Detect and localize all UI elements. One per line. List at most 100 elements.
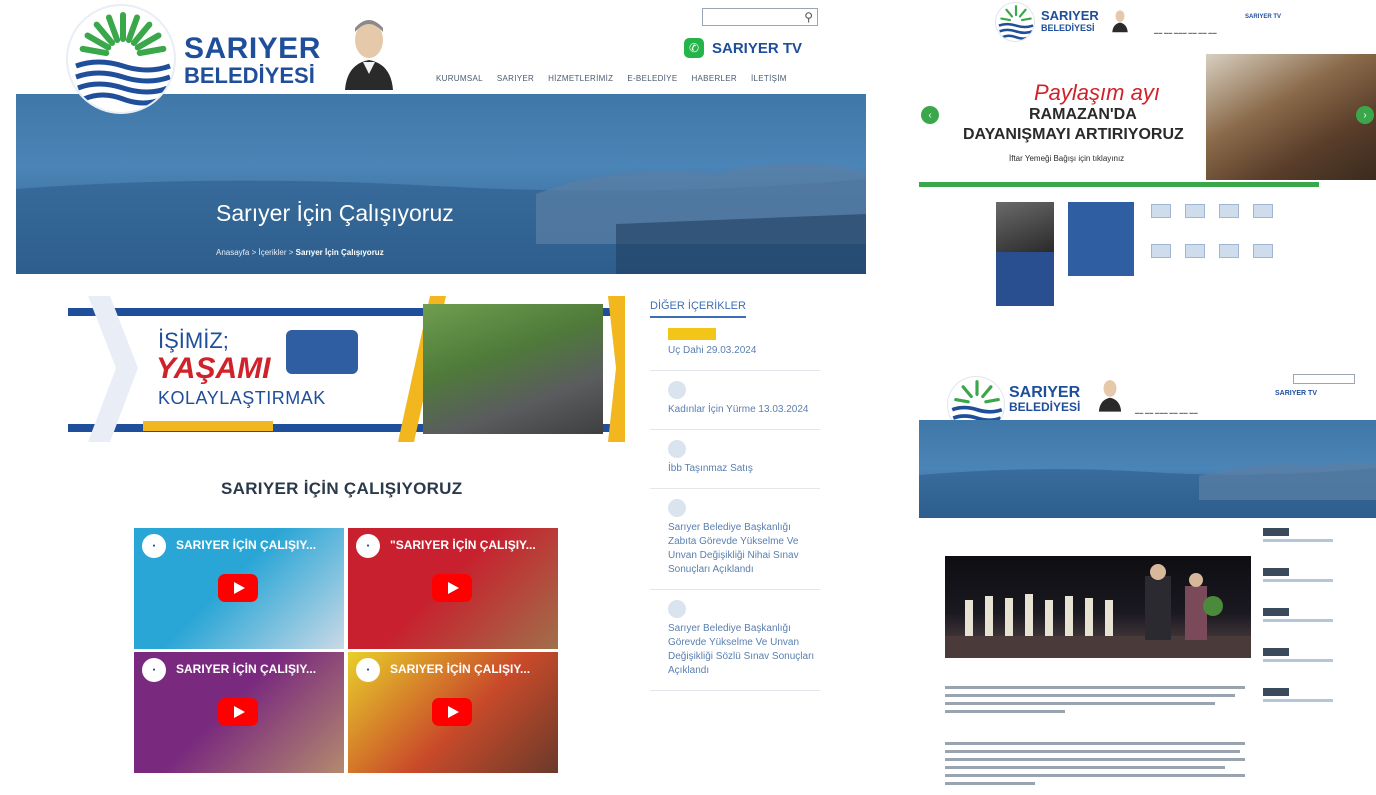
- main-screenshot: SARIYER BELEDİYESİ ⚲ ✆ SARIYER TV KURUMS…: [16, 0, 866, 795]
- sidebar-item[interactable]: Sarıyer Belediye Başkanlığı Zabıta Görev…: [650, 489, 820, 590]
- sariyer-tv-label[interactable]: SARIYER TV: [1275, 390, 1317, 397]
- video-card[interactable]: ● "SARIYER İÇİN ÇALIŞIY...: [348, 528, 558, 649]
- sidebar-item-line: [1263, 539, 1333, 542]
- sidebar-item-line: [1263, 659, 1333, 662]
- sidebar-item-line: [1263, 619, 1333, 622]
- section-title: SARIYER İÇİN ÇALIŞIYORUZ: [221, 479, 463, 498]
- promo-box[interactable]: [1068, 202, 1134, 276]
- whatsapp-icon[interactable]: ✆: [684, 38, 704, 58]
- video-card[interactable]: ● SARIYER İÇİN ÇALIŞIY...: [134, 652, 344, 773]
- site-header: SARIYER BELEDİYESİ ⚲ ✆ SARIYER TV KURUMS…: [16, 0, 866, 114]
- sidebar-item-line: [1263, 699, 1333, 702]
- video-card[interactable]: ● SARIYER İÇİN ÇALIŞIY...: [348, 652, 558, 773]
- banner-line2: YAŞAMI: [156, 352, 271, 385]
- nav-item-sariyer[interactable]: SARIYER: [497, 74, 534, 83]
- quick-link-icon[interactable]: [1253, 244, 1273, 258]
- quick-link-icon[interactable]: [1219, 244, 1239, 258]
- other-news-sidebar: [1263, 528, 1363, 728]
- mayor-photo: [996, 202, 1054, 252]
- slide-line2: RAMAZAN'DA: [1029, 106, 1137, 123]
- sidebar-item-thumbnail: [1263, 568, 1289, 576]
- sidebar-item-label: İbb Taşınmaz Satış: [668, 463, 753, 474]
- breadcrumb-section[interactable]: İçerikler: [259, 248, 287, 257]
- logo-line2: BELEDİYESİ: [1041, 23, 1095, 33]
- breadcrumb: Anasayfa > İçerikler > Sarıyer İçin Çalı…: [216, 248, 384, 257]
- quick-link-icon[interactable]: [1253, 204, 1273, 218]
- sariyer-tv-link[interactable]: ✆ SARIYER TV: [684, 38, 802, 58]
- video-title: SARIYER İÇİN ÇALIŞIY...: [390, 662, 531, 676]
- campaign-banner[interactable]: İŞİMİZ; YAŞAMI KOLAYLAŞTIRMAK: [68, 296, 625, 442]
- nav-item-haberler[interactable]: HABERLER: [691, 74, 737, 83]
- sidebar-item[interactable]: [1263, 568, 1363, 598]
- quick-link-icon[interactable]: [1185, 204, 1205, 218]
- sidebar-item-thumbnail: [668, 381, 686, 399]
- news-photo-concert: [945, 556, 1251, 658]
- sidebar-item[interactable]: Uç Dahi 29.03.2024: [650, 318, 820, 371]
- logo-line1: SARIYER: [1041, 8, 1099, 23]
- banner-line3: KOLAYLAŞTIRMAK: [158, 388, 326, 408]
- video-card[interactable]: ● SARIYER İÇİN ÇALIŞIY...: [134, 528, 344, 649]
- article-text-line: [945, 750, 1240, 753]
- sidebar-item[interactable]: [1263, 648, 1363, 678]
- sariyer-tv-label[interactable]: SARIYER TV: [1245, 14, 1281, 20]
- ataturk-portrait: [341, 14, 397, 90]
- homepage-thumbnail: SARIYER BELEDİYESİ SARIYER TV ▬▬ ▬▬ ▬▬▬ …: [919, 0, 1376, 310]
- play-button-icon[interactable]: [432, 574, 472, 602]
- quick-link-icon[interactable]: [1151, 204, 1171, 218]
- channel-logo: ●: [142, 658, 166, 682]
- sidebar-item-thumbnail: [668, 440, 686, 458]
- logo-line1: SARIYER: [184, 32, 321, 65]
- sidebar-item-thumbnail: [1263, 608, 1289, 616]
- nav-item-iletisim[interactable]: İLETİŞİM: [751, 74, 787, 83]
- video-title: "SARIYER İÇİN ÇALIŞIY...: [390, 538, 536, 552]
- logo-emblem[interactable]: [995, 2, 1035, 42]
- slider-photo-food: [1206, 54, 1376, 180]
- logo-line2: BELEDİYESİ: [184, 63, 315, 88]
- sidebar-item[interactable]: [1263, 608, 1363, 638]
- sariyer-tv-label: SARIYER TV: [712, 39, 803, 57]
- quick-link-icon[interactable]: [1151, 244, 1171, 258]
- site-logo[interactable]: SARIYER BELEDİYESİ: [66, 4, 326, 114]
- news-page-thumbnail: SARIYER BELEDİYESİ SARIYER TV ▬▬ ▬▬ ▬▬▬ …: [919, 368, 1376, 795]
- quick-link-icon[interactable]: [1219, 204, 1239, 218]
- play-button-icon[interactable]: [218, 574, 258, 602]
- quick-link-icon[interactable]: [1185, 244, 1205, 258]
- sidebar-item-thumbnail: [1263, 688, 1289, 696]
- sidebar-item-label: Sarıyer Belediye Başkanlığı Zabıta Görev…: [668, 522, 799, 575]
- slider-next-icon[interactable]: ›: [1356, 106, 1374, 124]
- article-text-line: [945, 694, 1235, 697]
- search-input[interactable]: [1293, 374, 1355, 384]
- nav-item-e-belediye[interactable]: E-BELEDİYE: [627, 74, 677, 83]
- hero-sea-image: [919, 462, 1376, 518]
- breadcrumb-home[interactable]: Anasayfa: [216, 248, 249, 257]
- mayor-card[interactable]: [996, 202, 1054, 306]
- sidebar-item[interactable]: İbb Taşınmaz Satış: [650, 430, 820, 489]
- sidebar-item[interactable]: [1263, 688, 1363, 718]
- main-nav: KURUMSAL SARIYER HİZMETLERİMİZ E-BELEDİY…: [436, 74, 787, 83]
- nav-item-kurumsal[interactable]: KURUMSAL: [436, 74, 483, 83]
- sidebar-item-label: Kadınlar İçin Yürme 13.03.2024: [668, 404, 809, 415]
- hero-sea-image: [16, 163, 866, 274]
- other-contents-sidebar: DİĞER İÇERİKLER Uç Dahi 29.03.2024 Kadın…: [650, 296, 820, 691]
- search-input[interactable]: ⚲: [702, 8, 818, 26]
- nav-item-hizmetlerimiz[interactable]: HİZMETLERİMİZ: [548, 74, 613, 83]
- video-title: SARIYER İÇİN ÇALIŞIY...: [176, 662, 317, 676]
- article-text-line: [945, 686, 1245, 689]
- sidebar-item[interactable]: Sarıyer Belediye Başkanlığı Görevde Yüks…: [650, 590, 820, 691]
- article-text-line: [945, 702, 1215, 705]
- breadcrumb-separator: >: [251, 248, 257, 257]
- sidebar-item[interactable]: Kadınlar İçin Yürme 13.03.2024: [650, 371, 820, 430]
- banner-photo-asphalt: [423, 304, 603, 434]
- article-text-line: [945, 710, 1065, 713]
- sidebar-item[interactable]: [1263, 528, 1363, 558]
- channel-logo: ●: [356, 658, 380, 682]
- sidebar-item-thumbnail: [1263, 528, 1289, 536]
- breadcrumb-separator: >: [288, 248, 294, 257]
- slider-prev-icon[interactable]: ‹: [921, 106, 939, 124]
- play-button-icon[interactable]: [218, 698, 258, 726]
- slide-line1: Paylaşım ayı: [1034, 80, 1160, 105]
- search-icon[interactable]: ⚲: [804, 10, 813, 24]
- sidebar-item-thumbnail: [668, 499, 686, 517]
- play-button-icon[interactable]: [432, 698, 472, 726]
- hero-slider[interactable]: Paylaşım ayı RAMAZAN'DA DAYANIŞMAYI ARTI…: [919, 50, 1376, 180]
